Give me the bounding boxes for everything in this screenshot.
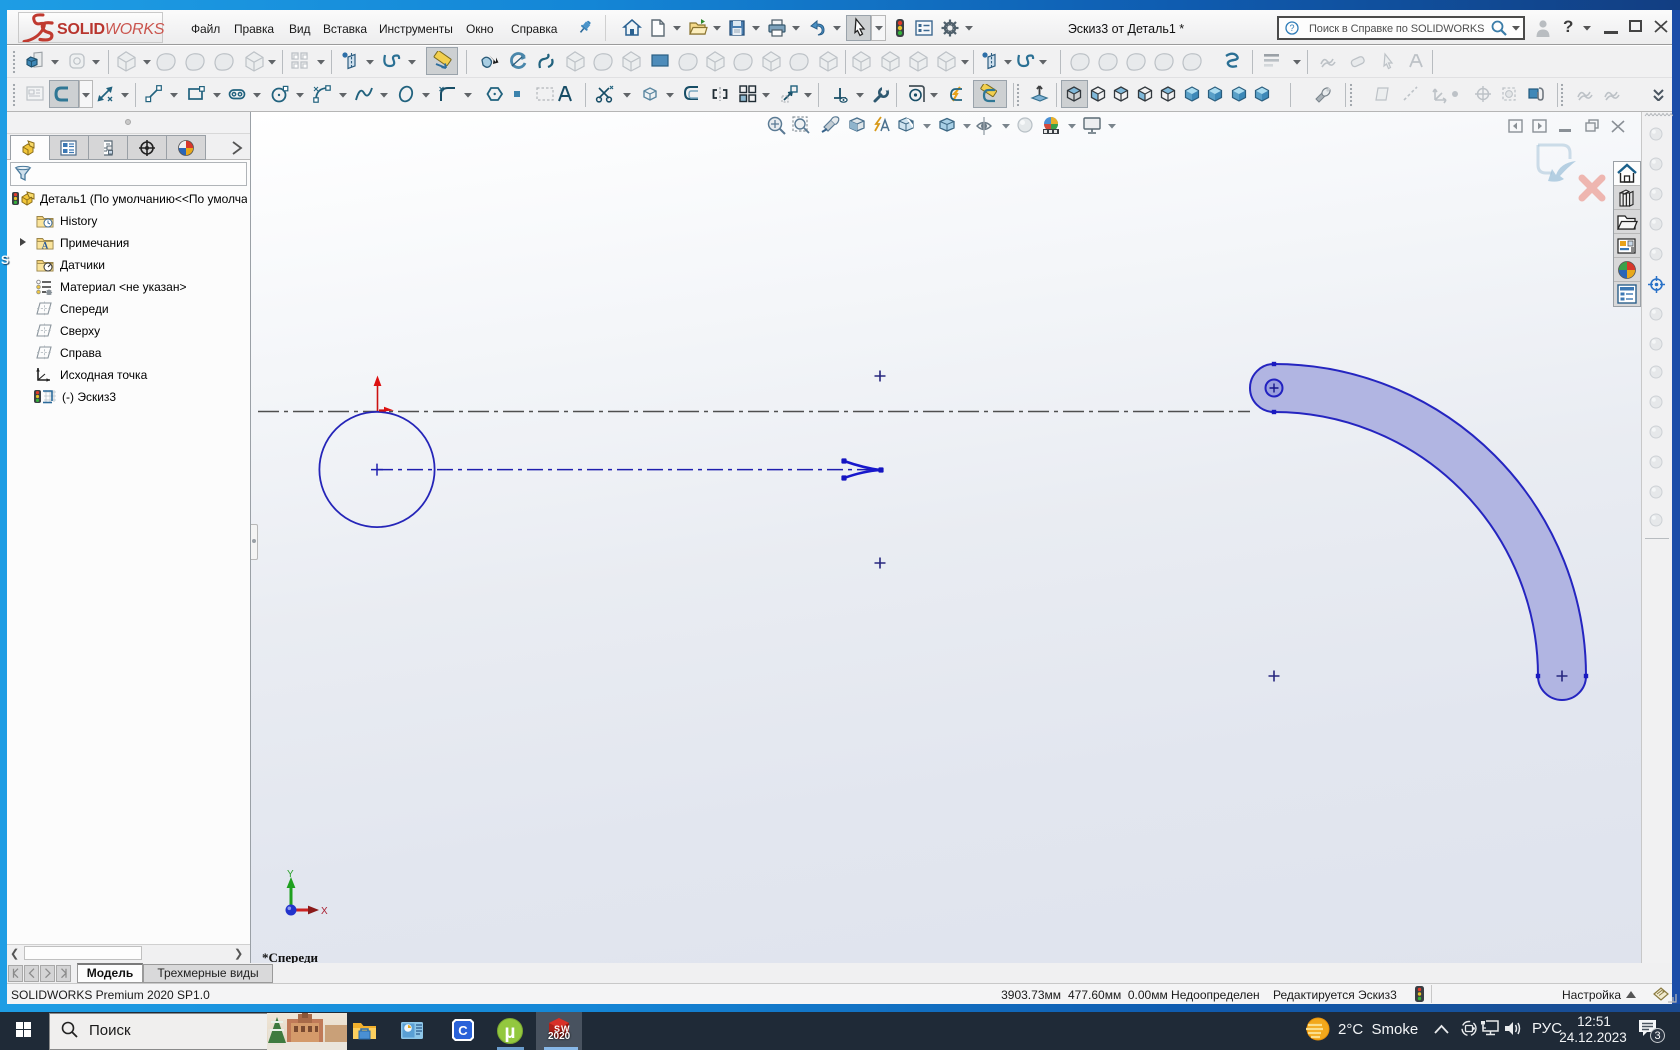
svg-text:A: A (42, 241, 49, 251)
svg-text:Y: Y (287, 869, 294, 880)
svg-text:X: X (321, 906, 328, 917)
svg-text:C: C (458, 1023, 468, 1038)
svg-text:?: ? (1289, 23, 1294, 33)
svg-text:µ: µ (505, 1022, 516, 1043)
